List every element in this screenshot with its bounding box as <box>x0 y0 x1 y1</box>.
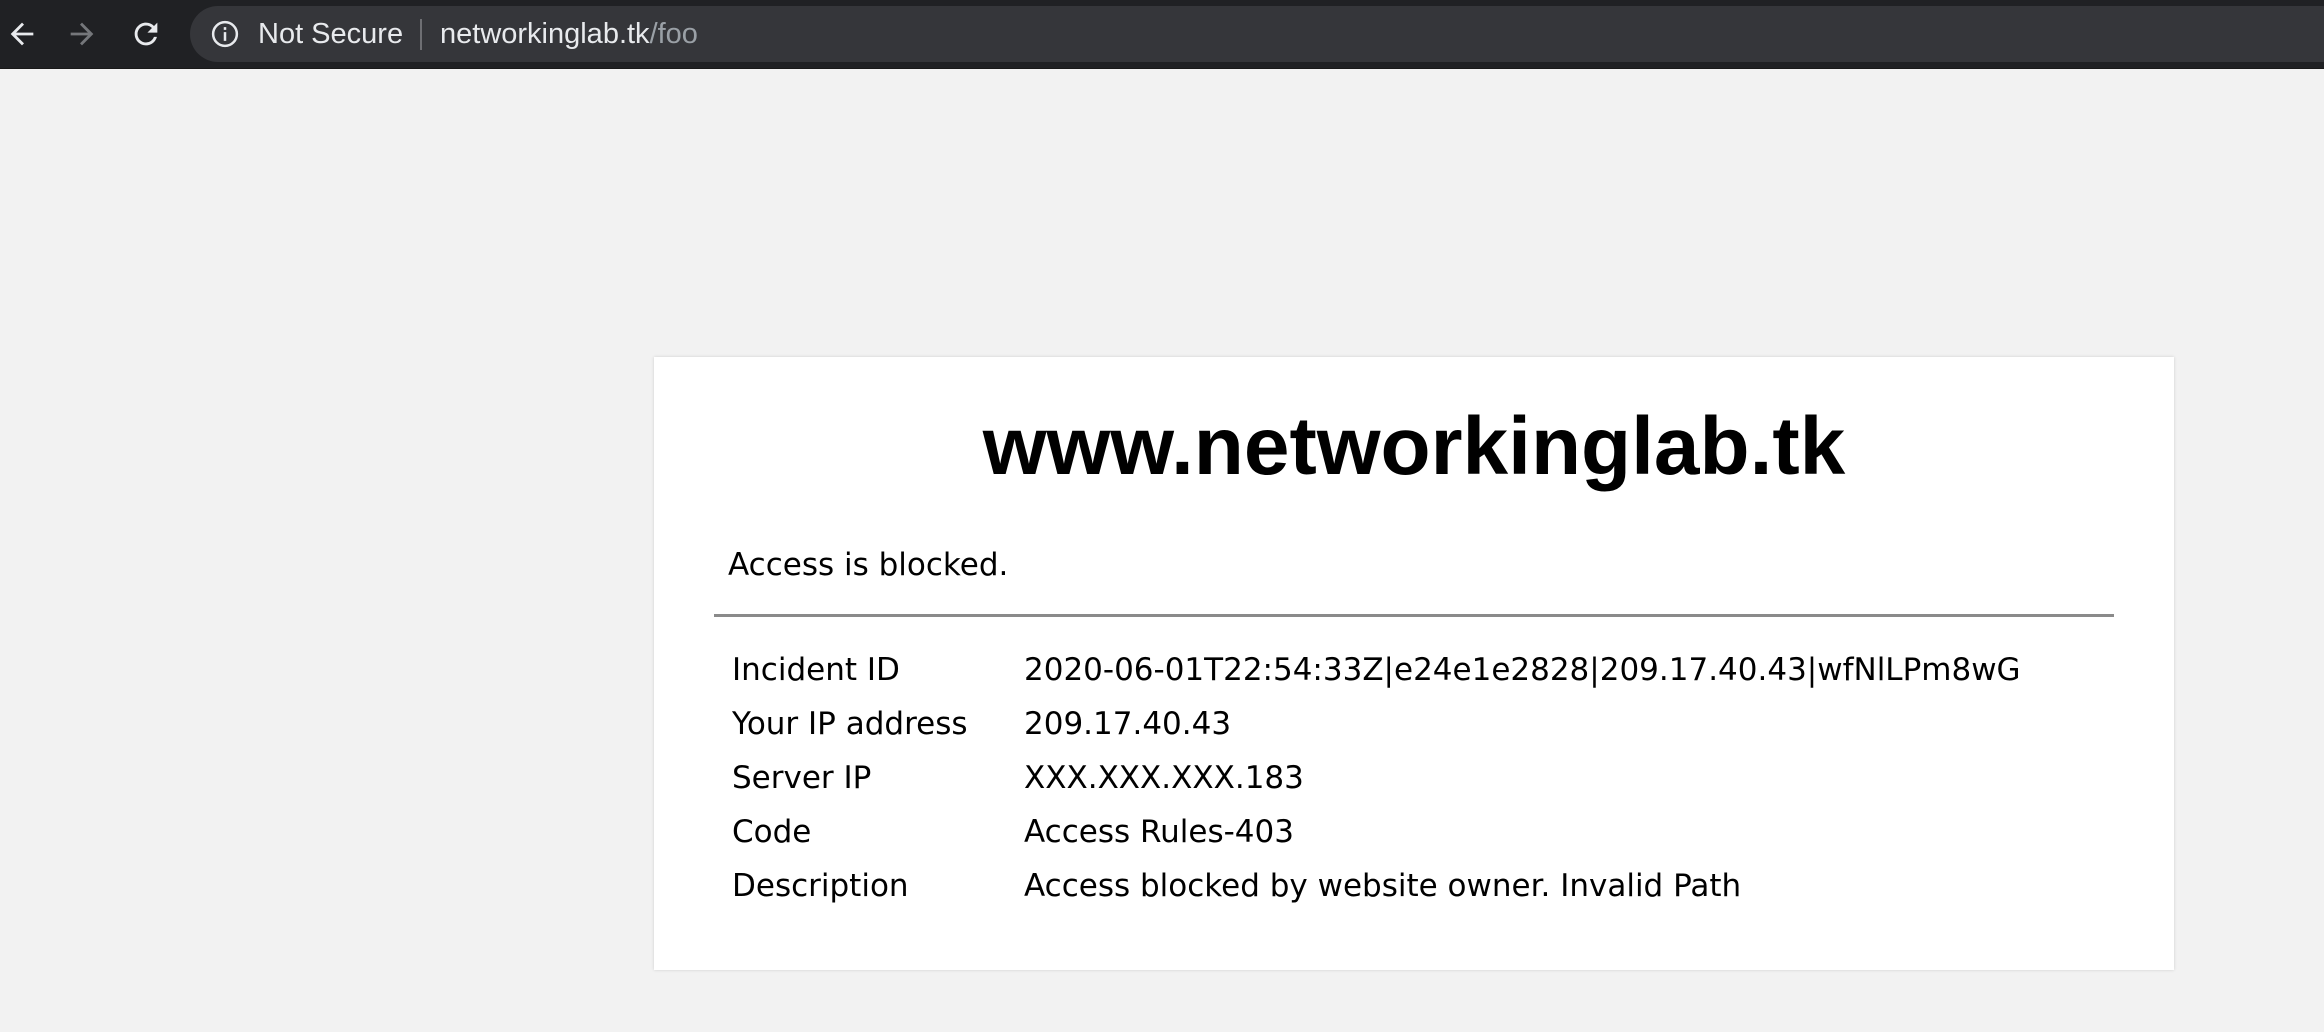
url-text[interactable]: networkinglab.tk/foo <box>440 6 698 62</box>
incident-details-table: Incident ID 2020-06-01T22:54:33Z|e24e1e2… <box>732 643 2021 913</box>
blocked-message: Access is blocked. <box>728 547 1009 583</box>
detail-value: 2020-06-01T22:54:33Z|e24e1e2828|209.17.4… <box>1024 652 2021 688</box>
reload-icon <box>134 22 158 46</box>
info-circle-icon[interactable] <box>210 19 240 49</box>
block-notice-card: www.networkinglab.tk Access is blocked. … <box>654 357 2174 970</box>
divider <box>714 614 2114 617</box>
detail-value: Access blocked by website owner. Invalid… <box>1024 868 1742 904</box>
url-host: networkinglab.tk <box>440 18 650 50</box>
detail-label: Description <box>732 868 909 904</box>
detail-label: Your IP address <box>732 706 968 742</box>
detail-label: Code <box>732 814 812 850</box>
security-status-label[interactable]: Not Secure <box>258 6 403 62</box>
browser-toolbar: Not Secure networkinglab.tk/foo <box>0 0 2324 68</box>
url-path: /foo <box>649 18 698 50</box>
table-row: Description Access blocked by website ow… <box>732 859 2021 913</box>
detail-label: Server IP <box>732 760 872 796</box>
table-row: Your IP address 209.17.40.43 <box>732 697 2021 751</box>
forward-button[interactable] <box>60 12 104 56</box>
detail-value: XXX.XXX.XXX.183 <box>1024 760 1304 796</box>
arrow-right-icon <box>70 22 94 46</box>
detail-value: Access Rules-403 <box>1024 814 1294 850</box>
table-row: Incident ID 2020-06-01T22:54:33Z|e24e1e2… <box>732 643 2021 697</box>
table-row: Code Access Rules-403 <box>732 805 2021 859</box>
arrow-left-icon <box>10 22 34 46</box>
detail-label: Incident ID <box>732 652 900 688</box>
address-bar[interactable]: Not Secure networkinglab.tk/foo <box>190 6 2324 62</box>
page-title: www.networkinglab.tk <box>982 401 1846 492</box>
back-button[interactable] <box>0 12 44 56</box>
address-divider <box>420 19 422 50</box>
reload-button[interactable] <box>124 12 168 56</box>
detail-value: 209.17.40.43 <box>1024 706 1232 742</box>
table-row: Server IP XXX.XXX.XXX.183 <box>732 751 2021 805</box>
